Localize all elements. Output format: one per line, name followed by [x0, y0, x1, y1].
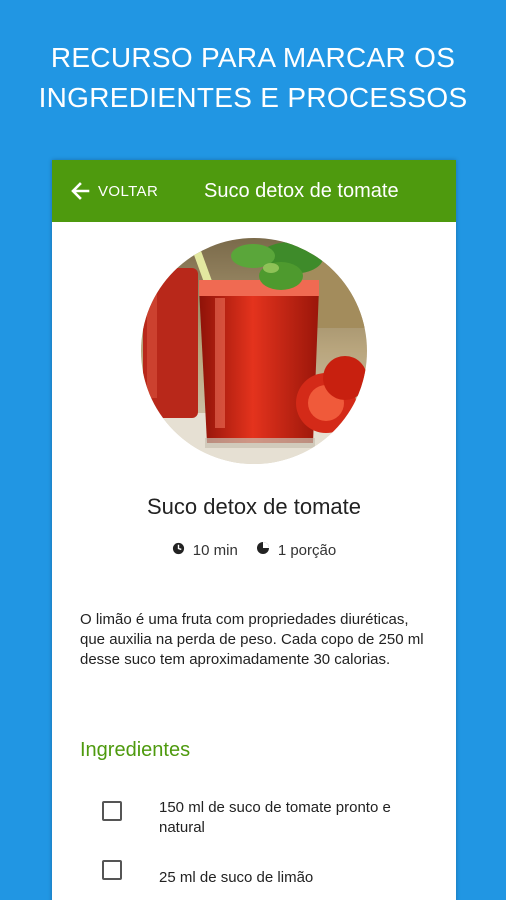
- pie-icon: [256, 541, 278, 559]
- ingredient-item: 150 ml de suco de tomate pronto e natura…: [102, 798, 422, 838]
- phone-screen: VOLTAR Suco detox de tomate Suco detox d…: [52, 160, 456, 900]
- ingredients-title: Ingredientes: [80, 739, 191, 761]
- recipe-photo: [141, 238, 367, 464]
- promo-headline: RECURSO PARA MARCAR OS INGREDIENTES E PR…: [0, 38, 506, 118]
- ingredient-checkbox[interactable]: [102, 801, 122, 821]
- recipe-description: O limão é uma fruta com propriedades diu…: [80, 611, 424, 668]
- time-value: 10 min: [192, 541, 238, 559]
- back-button[interactable]: VOLTAR: [70, 171, 158, 211]
- app-bar-title: Suco detox de tomate: [204, 179, 399, 202]
- ingredient-item: 25 ml de suco de limão: [102, 860, 422, 888]
- portions-value: 1 porção: [277, 541, 337, 559]
- recipe-meta: 10 min 1 porção: [52, 541, 456, 559]
- app-bar: VOLTAR Suco detox de tomate: [52, 160, 456, 222]
- promo-line-1: RECURSO PARA MARCAR OS: [50, 42, 456, 73]
- recipe-title: Suco detox de tomate: [146, 494, 362, 519]
- ingredient-label: 150 ml de suco de tomate pronto e natura…: [159, 799, 391, 836]
- promo-line-2: INGREDIENTES E PROCESSOS: [38, 82, 468, 113]
- back-label: VOLTAR: [98, 182, 159, 200]
- portions-info: 1 porção: [256, 541, 336, 559]
- arrow-left-icon: [70, 181, 90, 201]
- time-info: 10 min: [172, 542, 238, 559]
- ingredient-label: 25 ml de suco de limão: [159, 869, 314, 886]
- ingredient-checkbox[interactable]: [102, 860, 122, 880]
- clock-icon: [172, 542, 193, 559]
